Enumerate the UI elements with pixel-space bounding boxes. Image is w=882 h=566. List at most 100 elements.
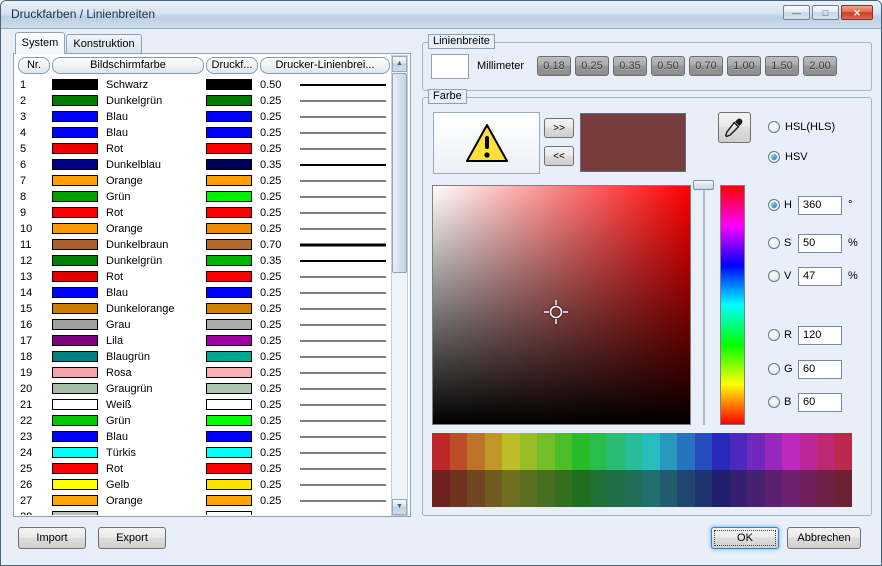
print-color-swatch[interactable]: [206, 415, 252, 426]
table-scrollbar[interactable]: ▲ ▼: [391, 55, 408, 516]
palette-swatch[interactable]: [677, 433, 695, 470]
print-color-swatch[interactable]: [206, 463, 252, 474]
palette-swatch[interactable]: [432, 470, 450, 507]
print-color-swatch[interactable]: [206, 287, 252, 298]
print-color-swatch[interactable]: [206, 383, 252, 394]
screen-color-swatch[interactable]: [52, 271, 98, 282]
screen-color-swatch[interactable]: [52, 367, 98, 378]
palette-swatch[interactable]: [555, 470, 573, 507]
palette-swatch[interactable]: [800, 433, 818, 470]
palette-swatch[interactable]: [835, 470, 853, 507]
tab-konstruktion[interactable]: Konstruktion: [66, 34, 142, 53]
screen-color-swatch[interactable]: [52, 415, 98, 426]
table-row[interactable]: 16 Grau 0.25: [16, 317, 392, 333]
ok-button[interactable]: OK: [711, 527, 779, 549]
width-preset-button[interactable]: 0.70: [689, 56, 723, 76]
table-row[interactable]: 12 Dunkelgrün 0.35: [16, 253, 392, 269]
maximize-button[interactable]: □: [812, 5, 839, 20]
palette-swatch[interactable]: [485, 470, 503, 507]
channel-radio[interactable]: [768, 199, 780, 211]
screen-color-swatch[interactable]: [52, 383, 98, 394]
width-preset-button[interactable]: 1.00: [727, 56, 761, 76]
width-preset-button[interactable]: 0.50: [651, 56, 685, 76]
palette-swatch[interactable]: [520, 433, 538, 470]
print-color-swatch[interactable]: [206, 351, 252, 362]
palette-swatch[interactable]: [660, 433, 678, 470]
print-color-swatch[interactable]: [206, 319, 252, 330]
palette-swatch[interactable]: [712, 433, 730, 470]
import-button[interactable]: Import: [18, 527, 86, 549]
current-width-field[interactable]: [431, 54, 469, 79]
take-color-button[interactable]: <<: [544, 146, 574, 166]
screen-color-swatch[interactable]: [52, 95, 98, 106]
print-color-swatch[interactable]: [206, 127, 252, 138]
table-row[interactable]: 17 Lila 0.25: [16, 333, 392, 349]
palette-swatch[interactable]: [677, 470, 695, 507]
apply-color-button[interactable]: >>: [544, 118, 574, 138]
palette-swatch[interactable]: [590, 433, 608, 470]
palette-swatch[interactable]: [590, 470, 608, 507]
print-color-swatch[interactable]: [206, 271, 252, 282]
print-color-swatch[interactable]: [206, 239, 252, 250]
print-color-swatch[interactable]: [206, 191, 252, 202]
channel-radio[interactable]: [768, 363, 780, 375]
palette-swatch[interactable]: [782, 433, 800, 470]
screen-color-swatch[interactable]: [52, 127, 98, 138]
palette-swatch[interactable]: [765, 433, 783, 470]
eyedropper-button[interactable]: [718, 112, 751, 143]
table-row[interactable]: 21 Weiß 0.25: [16, 397, 392, 413]
print-color-swatch[interactable]: [206, 159, 252, 170]
palette-swatch[interactable]: [835, 433, 853, 470]
palette-swatch[interactable]: [467, 470, 485, 507]
palette-swatch[interactable]: [730, 433, 748, 470]
table-row[interactable]: 24 Türkis 0.25: [16, 445, 392, 461]
print-color-swatch[interactable]: [206, 367, 252, 378]
screen-color-swatch[interactable]: [52, 431, 98, 442]
print-color-swatch[interactable]: [206, 175, 252, 186]
print-color-swatch[interactable]: [206, 431, 252, 442]
table-row[interactable]: 6 Dunkelblau 0.35: [16, 157, 392, 173]
table-row[interactable]: 28: [16, 509, 392, 515]
channel-radio[interactable]: [768, 396, 780, 408]
channel-value-field[interactable]: 120: [798, 326, 842, 345]
table-row[interactable]: 22 Grün 0.25: [16, 413, 392, 429]
screen-color-swatch[interactable]: [52, 351, 98, 362]
palette-swatch[interactable]: [432, 433, 450, 470]
palette-swatch[interactable]: [450, 470, 468, 507]
palette-swatch[interactable]: [502, 433, 520, 470]
channel-radio[interactable]: [768, 237, 780, 249]
radio-icon[interactable]: [768, 121, 780, 133]
screen-color-swatch[interactable]: [52, 447, 98, 458]
screen-color-swatch[interactable]: [52, 255, 98, 266]
palette-swatch[interactable]: [817, 433, 835, 470]
table-row[interactable]: 2 Dunkelgrün 0.25: [16, 93, 392, 109]
tab-system[interactable]: System: [15, 32, 65, 54]
palette-swatch[interactable]: [712, 470, 730, 507]
print-color-swatch[interactable]: [206, 79, 252, 90]
table-row[interactable]: 19 Rosa 0.25: [16, 365, 392, 381]
screen-color-swatch[interactable]: [52, 495, 98, 506]
print-color-swatch[interactable]: [206, 143, 252, 154]
palette-swatch[interactable]: [502, 470, 520, 507]
table-row[interactable]: 18 Blaugrün 0.25: [16, 349, 392, 365]
channel-value-field[interactable]: 60: [798, 393, 842, 412]
print-color-swatch[interactable]: [206, 479, 252, 490]
screen-color-swatch[interactable]: [52, 511, 98, 515]
screen-color-swatch[interactable]: [52, 479, 98, 490]
minimize-button[interactable]: —: [783, 5, 810, 20]
table-row[interactable]: 26 Gelb 0.25: [16, 477, 392, 493]
width-preset-button[interactable]: 0.35: [613, 56, 647, 76]
screen-color-swatch[interactable]: [52, 463, 98, 474]
export-button[interactable]: Export: [98, 527, 166, 549]
palette-swatch[interactable]: [485, 433, 503, 470]
table-row[interactable]: 3 Blau 0.25: [16, 109, 392, 125]
radio-icon[interactable]: [768, 151, 780, 163]
channel-radio[interactable]: [768, 270, 780, 282]
close-button[interactable]: ✕: [841, 5, 873, 20]
palette-swatch[interactable]: [607, 470, 625, 507]
palette-swatch[interactable]: [782, 470, 800, 507]
print-color-swatch[interactable]: [206, 511, 252, 515]
screen-color-swatch[interactable]: [52, 111, 98, 122]
table-row[interactable]: 10 Orange 0.25: [16, 221, 392, 237]
width-preset-button[interactable]: 2.00: [803, 56, 837, 76]
